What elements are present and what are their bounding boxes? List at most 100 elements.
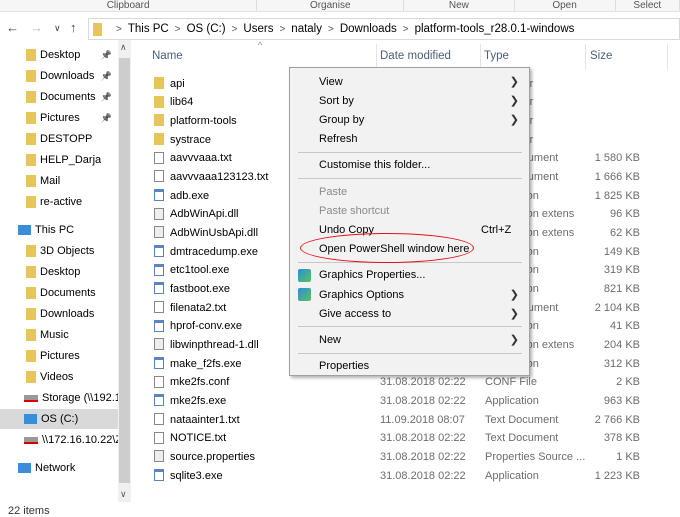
file-name: libwinpthread-1.dll: [170, 338, 259, 351]
sidebar-item[interactable]: Storage (\\192.1: [0, 388, 118, 408]
menu-item-paste[interactable]: Paste: [290, 182, 529, 201]
sidebar-item[interactable]: \\172.16.10.22\Z: [0, 430, 118, 450]
sidebar-item[interactable]: This PC: [0, 220, 118, 240]
menu-item-label: Give access to: [319, 307, 392, 320]
sidebar-item-label: Videos: [40, 371, 74, 383]
menu-item-sort-by[interactable]: Sort by ❯: [290, 91, 529, 110]
chevron-right-icon: ❯: [509, 289, 519, 301]
folder-icon: [93, 22, 102, 36]
annotation-circle: [300, 233, 474, 263]
address-bar[interactable]: > This PC > OS (C:) > Users > nataly > Downloads >…: [88, 18, 680, 40]
menu-item-label: Paste: [319, 185, 348, 198]
file-name: adb.exe: [170, 189, 210, 202]
menu-item-graphics-options[interactable]: Graphics Options ❯: [290, 285, 529, 304]
txt-file-icon: [154, 375, 164, 388]
breadcrumb-item[interactable]: OS (C:): [187, 23, 226, 35]
dll-file-icon: [154, 338, 164, 351]
scroll-up-icon[interactable]: ∧: [120, 42, 127, 53]
menu-item-new[interactable]: New ❯: [290, 330, 529, 349]
menu-item-label: Group by: [319, 113, 365, 126]
file-row[interactable]: source.properties 31.08.2018 02:22 Propert…: [150, 447, 670, 466]
sidebar-item[interactable]: Mail: [0, 171, 118, 191]
menu-item-customise-this-folder[interactable]: Customise this folder...: [290, 156, 529, 175]
sidebar-item-label: Storage (\\192.1: [42, 392, 118, 404]
sidebar-item[interactable]: Pictures 📌: [0, 108, 118, 128]
up-arrow-icon[interactable]: ↑: [70, 20, 77, 35]
column-size[interactable]: Size: [590, 50, 612, 62]
file-row[interactable]: NOTICE.txt 31.08.2018 02:22 Text Document 3…: [150, 429, 670, 448]
pin-icon[interactable]: 📌: [101, 113, 112, 124]
sidebar-item-label: This PC: [35, 224, 75, 236]
file-type: Application: [485, 469, 539, 482]
breadcrumb-item[interactable]: nataly: [291, 23, 322, 35]
menu-item-label: View: [319, 75, 343, 88]
sidebar-item-label: Pictures: [40, 112, 80, 124]
breadcrumb-item[interactable]: This PC: [128, 23, 169, 35]
pin-icon[interactable]: 📌: [101, 50, 112, 61]
documents-folder-icon: [26, 91, 36, 103]
file-name: etc1tool.exe: [170, 264, 230, 277]
file-name: AdbWinApi.dll: [170, 208, 239, 221]
file-row[interactable]: nataainter1.txt 11.09.2018 08:07 Text Docu…: [150, 410, 670, 429]
file-size: 2 KB: [616, 376, 640, 389]
sidebar-item[interactable]: Videos: [0, 367, 118, 387]
file-size: 821 KB: [603, 282, 640, 295]
sidebar-item[interactable]: Pictures: [0, 346, 118, 366]
column-date-modified[interactable]: Date modified: [380, 50, 451, 62]
menu-item-properties[interactable]: Properties: [290, 357, 529, 376]
sidebar-item[interactable]: DESTOPP: [0, 129, 118, 149]
sidebar-scrollbar[interactable]: ∧ ∨: [118, 40, 131, 502]
file-name: systrace: [170, 133, 211, 146]
ribbon-group-new: New: [404, 0, 515, 11]
sidebar-item[interactable]: OS (C:): [0, 409, 118, 429]
network-icon: [18, 463, 31, 473]
menu-item-label: New: [319, 333, 342, 346]
sidebar-item[interactable]: Network: [0, 458, 118, 478]
menu-item-group-by[interactable]: Group by ❯: [290, 110, 529, 129]
file-type: Properties Source ...: [485, 450, 586, 463]
sidebar-item[interactable]: Desktop: [0, 262, 118, 282]
file-date: 31.08.2018 02:22: [380, 450, 466, 463]
chevron-right-icon: >: [116, 23, 122, 35]
file-type: Text Document: [485, 413, 559, 426]
scroll-down-icon[interactable]: ∨: [120, 489, 127, 500]
sidebar-item[interactable]: HELP_Darja: [0, 150, 118, 170]
forward-arrow-icon[interactable]: →: [30, 20, 43, 35]
sidebar-item[interactable]: re-active: [0, 192, 118, 212]
column-name[interactable]: Name: [152, 50, 183, 62]
sidebar-item[interactable]: Documents: [0, 283, 118, 303]
recent-chevron-down-icon[interactable]: ∨: [54, 23, 61, 34]
sidebar-item[interactable]: Downloads 📌: [0, 66, 118, 86]
exe-file-icon: [154, 357, 164, 370]
back-arrow-icon[interactable]: ←: [6, 20, 19, 35]
sidebar-item[interactable]: Documents 📌: [0, 87, 118, 107]
breadcrumb-item[interactable]: platform-tools_r28.0.1-windows: [415, 23, 575, 35]
sidebar-item[interactable]: Music: [0, 325, 118, 345]
menu-item-refresh[interactable]: Refresh: [290, 130, 529, 149]
file-size: 1 825 KB: [594, 189, 640, 202]
pin-icon[interactable]: 📌: [101, 71, 112, 82]
sidebar-item-label: Documents: [40, 287, 96, 299]
sidebar-item-label: re-active: [40, 196, 83, 208]
column-type[interactable]: Type: [484, 50, 509, 62]
file-row[interactable]: sqlite3.exe 31.08.2018 02:22 Application 1 …: [150, 466, 670, 485]
pin-icon[interactable]: 📌: [101, 92, 112, 103]
sidebar-item-label: Pictures: [40, 350, 80, 362]
menu-item-paste-shortcut[interactable]: Paste shortcut: [290, 201, 529, 220]
file-date: 31.08.2018 02:22: [380, 469, 466, 482]
file-name: aavvvaaa.txt: [170, 152, 232, 165]
sidebar-item[interactable]: 3D Objects: [0, 241, 118, 261]
file-row[interactable]: mke2fs.exe 31.08.2018 02:22 Application 963…: [150, 391, 670, 410]
sidebar-item[interactable]: Desktop 📌: [0, 45, 118, 65]
ribbon-group-organise: Organise: [257, 0, 405, 11]
graphics-icon: [298, 268, 311, 282]
breadcrumb-item[interactable]: Downloads: [340, 23, 397, 35]
menu-item-give-access-to[interactable]: Give access to ❯: [290, 304, 529, 323]
menu-item-view[interactable]: View ❯: [290, 72, 529, 91]
breadcrumb-item[interactable]: Users: [243, 23, 273, 35]
file-name: fastboot.exe: [170, 282, 230, 295]
txt-file-icon: [154, 151, 164, 164]
menu-item-graphics-properties[interactable]: Graphics Properties...: [290, 266, 529, 285]
scrollbar-thumb[interactable]: [119, 58, 130, 483]
sidebar-item[interactable]: Downloads: [0, 304, 118, 324]
